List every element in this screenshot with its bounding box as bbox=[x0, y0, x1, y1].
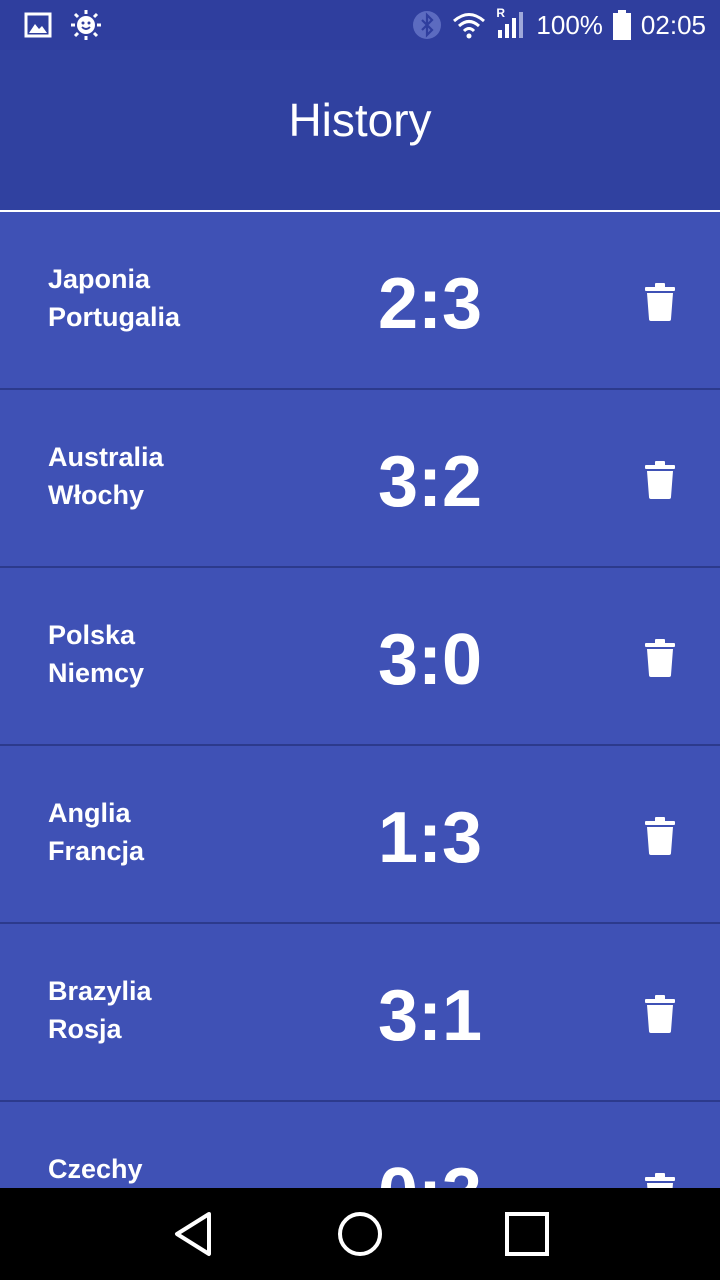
home-button[interactable] bbox=[320, 1194, 400, 1274]
match-teams: Japonia Portugalia bbox=[48, 264, 180, 332]
list-item[interactable]: Polska Niemcy 3:0 bbox=[0, 568, 720, 746]
home-team: Brazylia bbox=[48, 976, 152, 1006]
list-item[interactable]: Brazylia Rosja 3:1 bbox=[0, 924, 720, 1102]
trash-icon bbox=[645, 995, 675, 1033]
delete-button[interactable] bbox=[636, 990, 684, 1038]
wifi-icon bbox=[452, 11, 486, 39]
status-left bbox=[24, 9, 102, 41]
delete-button[interactable] bbox=[636, 1168, 684, 1188]
delete-button[interactable] bbox=[636, 456, 684, 504]
home-team: Anglia bbox=[48, 798, 131, 828]
signal-icon: R bbox=[496, 6, 526, 40]
trash-icon bbox=[645, 639, 675, 677]
match-score: 3:0 bbox=[377, 620, 483, 700]
trash-icon bbox=[645, 461, 675, 499]
away-team: Rosja bbox=[48, 1014, 122, 1044]
back-button[interactable] bbox=[153, 1194, 233, 1274]
away-team: Niemcy bbox=[48, 658, 145, 688]
match-score: 2:3 bbox=[377, 264, 483, 344]
back-icon bbox=[175, 1212, 212, 1256]
match-teams: Anglia Francja bbox=[48, 798, 144, 866]
page-title: History bbox=[288, 94, 432, 146]
match-teams: Polska Niemcy bbox=[48, 620, 144, 688]
delete-button[interactable] bbox=[636, 634, 684, 682]
bluetooth-icon bbox=[412, 10, 442, 40]
list-item[interactable]: Japonia Portugalia 2:3 bbox=[0, 212, 720, 390]
match-teams: Czechy bbox=[48, 1154, 143, 1188]
history-list[interactable]: Japonia Portugalia 2:3 Australia Włochy 3:2 Po… bbox=[0, 212, 720, 1188]
recents-icon bbox=[504, 1212, 549, 1256]
match-score: 0:3 bbox=[330, 1154, 530, 1188]
battery-percent: 100% bbox=[536, 9, 603, 40]
list-item[interactable]: Anglia Francja 1:3 bbox=[0, 746, 720, 924]
home-team: Australia bbox=[48, 442, 164, 472]
trash-icon bbox=[645, 283, 675, 321]
match-score: 3:1 bbox=[377, 976, 483, 1056]
match-score: 1:3 bbox=[377, 798, 483, 878]
match-teams: Australia Włochy bbox=[48, 442, 164, 510]
battery-icon bbox=[612, 10, 631, 40]
away-team: Portugalia bbox=[48, 302, 181, 332]
status-bar: R 100% 02:05 bbox=[0, 0, 720, 50]
away-team: Włochy bbox=[48, 480, 145, 510]
status-right: R 100% 02:05 bbox=[412, 6, 706, 41]
roaming-indicator: R bbox=[496, 6, 506, 20]
away-team: Francja bbox=[48, 836, 145, 866]
app-bar: History bbox=[0, 50, 720, 210]
trash-icon bbox=[645, 817, 675, 855]
image-icon bbox=[24, 12, 52, 38]
trash-icon bbox=[645, 1173, 675, 1188]
delete-button[interactable] bbox=[636, 278, 684, 326]
list-item[interactable]: Australia Włochy 3:2 bbox=[0, 390, 720, 568]
list-item[interactable]: Czechy 0:3 bbox=[0, 1102, 720, 1188]
match-score: 3:2 bbox=[377, 442, 483, 522]
sun-face-icon bbox=[70, 9, 102, 41]
delete-button[interactable] bbox=[636, 812, 684, 860]
home-team: Japonia bbox=[48, 264, 151, 294]
match-teams: Brazylia Rosja bbox=[48, 976, 152, 1044]
home-team: Czechy bbox=[48, 1154, 143, 1184]
home-icon bbox=[337, 1212, 382, 1256]
recents-button[interactable] bbox=[487, 1194, 567, 1274]
navigation-bar bbox=[0, 1188, 720, 1280]
clock: 02:05 bbox=[640, 9, 706, 40]
home-team: Polska bbox=[48, 620, 136, 650]
